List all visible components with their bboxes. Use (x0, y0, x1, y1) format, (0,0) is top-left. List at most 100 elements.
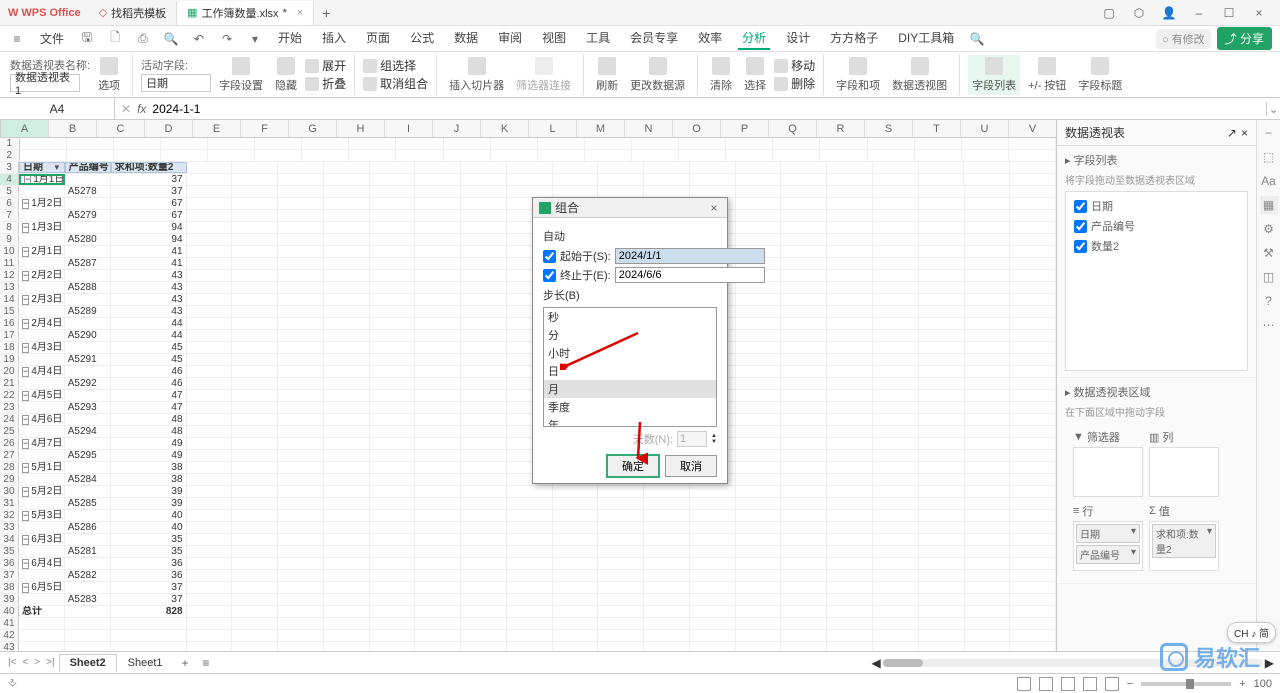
cell[interactable] (915, 150, 962, 161)
cell[interactable] (873, 474, 919, 485)
cell[interactable] (187, 378, 233, 389)
cell-product[interactable]: A5295 (65, 450, 111, 461)
cell-date[interactable] (19, 642, 65, 651)
cell-date[interactable]: 2月3日 (19, 294, 65, 305)
cell[interactable] (965, 354, 1011, 365)
cell[interactable] (232, 498, 278, 509)
cell[interactable] (370, 390, 416, 401)
cell[interactable] (553, 174, 599, 185)
cell[interactable] (415, 510, 461, 521)
cell[interactable] (827, 642, 873, 651)
cell[interactable] (632, 138, 679, 149)
formula-expand-icon[interactable]: ⌄ (1266, 102, 1280, 116)
cell-product[interactable] (65, 486, 111, 497)
cell[interactable] (827, 306, 873, 317)
cell[interactable] (324, 258, 370, 269)
zoom-slider[interactable] (1141, 682, 1231, 686)
cell[interactable] (278, 318, 324, 329)
cell[interactable] (415, 474, 461, 485)
cell[interactable] (278, 510, 324, 521)
row-header-30[interactable]: 30 (0, 486, 19, 497)
plus-minus-button[interactable]: +/- 按钮 (1024, 55, 1070, 95)
cell[interactable] (187, 450, 233, 461)
cell-product[interactable] (65, 558, 111, 569)
cell[interactable] (736, 426, 782, 437)
cell[interactable] (232, 282, 278, 293)
active-field-input[interactable]: 日期 (141, 74, 211, 92)
cell[interactable] (690, 186, 736, 197)
cell[interactable] (507, 546, 553, 557)
cell[interactable] (1010, 594, 1056, 605)
cell-sum[interactable]: 46 (111, 378, 187, 389)
cell[interactable] (278, 234, 324, 245)
cell[interactable] (491, 138, 538, 149)
cell[interactable] (1010, 414, 1056, 425)
cell[interactable] (1010, 498, 1056, 509)
cell[interactable] (726, 150, 773, 161)
cell[interactable] (919, 186, 965, 197)
cell-sum[interactable]: 43 (111, 282, 187, 293)
cell[interactable] (781, 558, 827, 569)
cell[interactable] (827, 498, 873, 509)
cell[interactable] (919, 546, 965, 557)
cell[interactable] (187, 558, 233, 569)
cell[interactable] (415, 558, 461, 569)
cell[interactable] (690, 582, 736, 593)
step-option-月[interactable]: 月 (544, 380, 716, 398)
cell[interactable] (736, 222, 782, 233)
row-header-39[interactable]: 39 (0, 594, 19, 605)
cell[interactable] (781, 294, 827, 305)
cell[interactable] (919, 522, 965, 533)
cell[interactable] (965, 366, 1011, 377)
cell[interactable] (919, 498, 965, 509)
menu-设计[interactable]: 设计 (782, 27, 814, 50)
cell[interactable] (965, 342, 1011, 353)
cell[interactable] (278, 474, 324, 485)
cell[interactable] (827, 486, 873, 497)
cell-date[interactable] (19, 210, 65, 221)
cell[interactable] (324, 294, 370, 305)
fx-icon[interactable]: fx (137, 102, 146, 116)
cell[interactable] (827, 246, 873, 257)
cell[interactable] (1010, 582, 1056, 593)
help-icon[interactable]: ? (1260, 292, 1278, 310)
cell[interactable] (232, 510, 278, 521)
cell[interactable] (415, 438, 461, 449)
cell[interactable] (278, 582, 324, 593)
end-input[interactable] (615, 267, 765, 283)
cell-product[interactable]: A5287 (65, 258, 111, 269)
cell[interactable] (370, 414, 416, 425)
cell-date[interactable]: 6月3日 (19, 534, 65, 545)
cell[interactable] (507, 186, 553, 197)
cell[interactable] (827, 270, 873, 281)
cell[interactable] (965, 594, 1011, 605)
cell[interactable] (1010, 294, 1056, 305)
cell-sum[interactable]: 39 (111, 486, 187, 497)
cell[interactable] (965, 390, 1011, 401)
cell[interactable] (1010, 630, 1056, 641)
col-header-F[interactable]: F (241, 120, 289, 137)
cell[interactable] (324, 630, 370, 641)
cell[interactable] (415, 630, 461, 641)
cell[interactable] (873, 342, 919, 353)
cell[interactable] (1010, 354, 1056, 365)
cell[interactable] (278, 366, 324, 377)
cell-date[interactable]: 2月4日 (19, 318, 65, 329)
col-header-R[interactable]: R (817, 120, 865, 137)
cell-date[interactable] (19, 234, 65, 245)
cell[interactable] (461, 174, 507, 185)
cell[interactable] (461, 366, 507, 377)
cell[interactable] (827, 234, 873, 245)
cell[interactable] (187, 426, 233, 437)
cell[interactable] (873, 354, 919, 365)
cell[interactable] (370, 438, 416, 449)
redo-icon[interactable]: ↷ (218, 30, 236, 48)
cell[interactable] (324, 426, 370, 437)
cell-sum[interactable] (111, 618, 187, 629)
cell-product[interactable] (65, 294, 111, 305)
cell[interactable] (415, 534, 461, 545)
cell[interactable] (919, 438, 965, 449)
tab-close-icon[interactable]: × (297, 7, 303, 19)
cell[interactable] (736, 558, 782, 569)
row-header-10[interactable]: 10 (0, 246, 19, 257)
